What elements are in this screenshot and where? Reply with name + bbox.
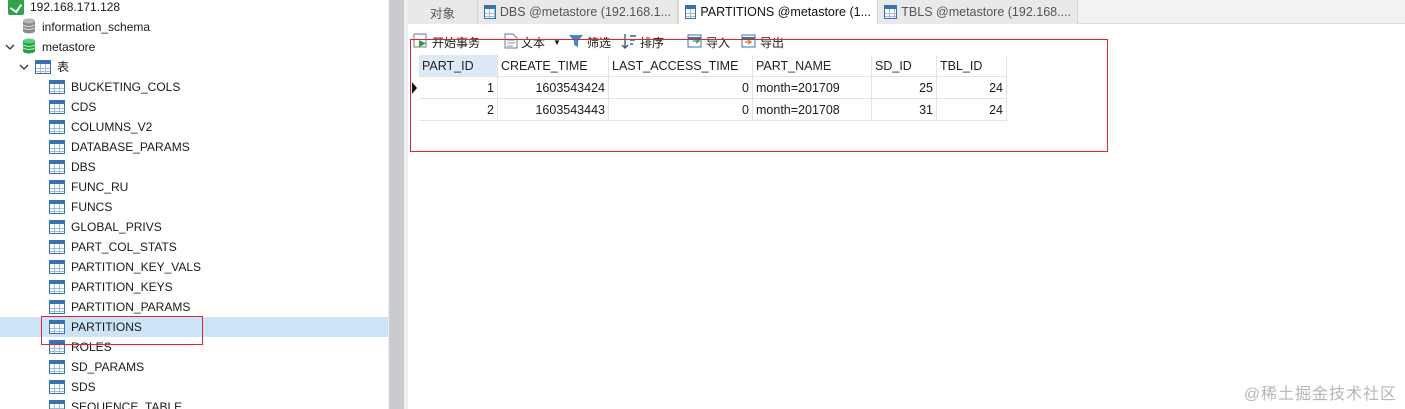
table-icon (49, 80, 65, 94)
tree-item-label: FUNC_RU (71, 180, 129, 194)
watermark: @稀土掘金技术社区 (1243, 386, 1397, 403)
connection-icon (8, 0, 24, 15)
tree-item-label: BUCKETING_COLS (71, 80, 181, 94)
tree-item-label: PARTITION_KEY_VALS (71, 260, 202, 274)
tab-label: TBLS @metastore (192.168.... (901, 5, 1071, 19)
table-icon (49, 200, 65, 214)
tree-item-table[interactable]: SD_PARAMS (0, 357, 388, 377)
table-icon (884, 5, 898, 19)
tree-item-label: SDS (71, 380, 96, 394)
highlight-box (41, 316, 203, 345)
tree-item-table[interactable]: COLUMNS_V2 (0, 117, 388, 137)
tree-item-table[interactable]: BUCKETING_COLS (0, 77, 388, 97)
tab-label: 对象 (429, 6, 455, 21)
tree-item-label: GLOBAL_PRIVS (71, 220, 162, 234)
tree-item-label: DBS (71, 160, 96, 174)
tree-item-table[interactable]: SEQUENCE_TABLE (0, 397, 388, 409)
tree-item-table[interactable]: PART_COL_STATS (0, 237, 388, 257)
tree-item-metastore[interactable]: metastore (0, 37, 388, 57)
tree-scrollbar[interactable] (389, 0, 404, 409)
database-icon (22, 18, 36, 37)
table-icon (49, 100, 65, 114)
table-icon (685, 5, 697, 19)
tab-tbls[interactable]: TBLS @metastore (192.168.... (878, 0, 1078, 24)
table-icon (49, 120, 65, 134)
table-icon (49, 360, 65, 374)
tree-item-table[interactable]: CDS (0, 97, 388, 117)
tree-item-label: PARTITION_PARAMS (71, 300, 191, 314)
chevron-down-icon[interactable] (18, 57, 30, 77)
tree-item-table[interactable]: PARTITION_KEY_VALS (0, 257, 388, 277)
tree-item-label: CDS (71, 100, 97, 114)
tree-item-table[interactable]: FUNC_RU (0, 177, 388, 197)
tree-item-label: metastore (42, 40, 96, 54)
tree-item-table[interactable]: DBS (0, 157, 388, 177)
table-icon (49, 220, 65, 234)
tab-bar: 对象 DBS @metastore (192.168.1... PARTITIO… (408, 0, 1405, 24)
table-icon (49, 180, 65, 194)
database-icon (22, 38, 36, 57)
tree-item-label: PART_COL_STATS (71, 240, 177, 254)
tree-item-label: 表 (57, 60, 70, 74)
tree-item-label: FUNCS (71, 200, 113, 214)
table-icon (49, 400, 65, 409)
tree-item-server[interactable]: 192.168.171.128 (0, 0, 388, 17)
tab-objects[interactable]: 对象 (408, 0, 478, 24)
navigator-tree: 192.168.171.128 information_schema metas… (0, 0, 388, 409)
highlight-box (410, 39, 1108, 152)
tree-item-label: PARTITION_KEYS (71, 280, 173, 294)
tree-item-label: DATABASE_PARAMS (71, 140, 190, 154)
table-icon (49, 300, 65, 314)
tab-label: PARTITIONS @metastore (1... (700, 5, 871, 19)
table-icon (49, 240, 65, 254)
tree-item-table[interactable]: FUNCS (0, 197, 388, 217)
tree-item-table[interactable]: GLOBAL_PRIVS (0, 217, 388, 237)
tree-item-label: SEQUENCE_TABLE (71, 400, 183, 409)
tab-partitions[interactable]: PARTITIONS @metastore (1... (678, 0, 878, 24)
table-icon (49, 380, 65, 394)
tree-item-label: 192.168.171.128 (30, 0, 121, 14)
tree-item-tables-folder[interactable]: 表 (0, 57, 388, 77)
tree-item-label: COLUMNS_V2 (71, 120, 153, 134)
table-icon (49, 280, 65, 294)
tree-item-label: SD_PARAMS (71, 360, 145, 374)
tree-item-table[interactable]: DATABASE_PARAMS (0, 137, 388, 157)
tree-item-label: information_schema (42, 20, 151, 34)
tab-label: DBS @metastore (192.168.1... (499, 5, 671, 19)
chevron-down-icon[interactable] (4, 37, 16, 57)
table-icon (49, 160, 65, 174)
tab-dbs[interactable]: DBS @metastore (192.168.1... (478, 0, 678, 24)
tree-item-table[interactable]: SDS (0, 377, 388, 397)
table-icon (49, 140, 65, 154)
table-folder-icon (35, 60, 51, 74)
tree-item-table[interactable]: PARTITION_PARAMS (0, 297, 388, 317)
tree-item-table[interactable]: PARTITION_KEYS (0, 277, 388, 297)
tree-item-information-schema[interactable]: information_schema (0, 17, 388, 37)
table-icon (484, 5, 496, 19)
table-icon (49, 260, 65, 274)
